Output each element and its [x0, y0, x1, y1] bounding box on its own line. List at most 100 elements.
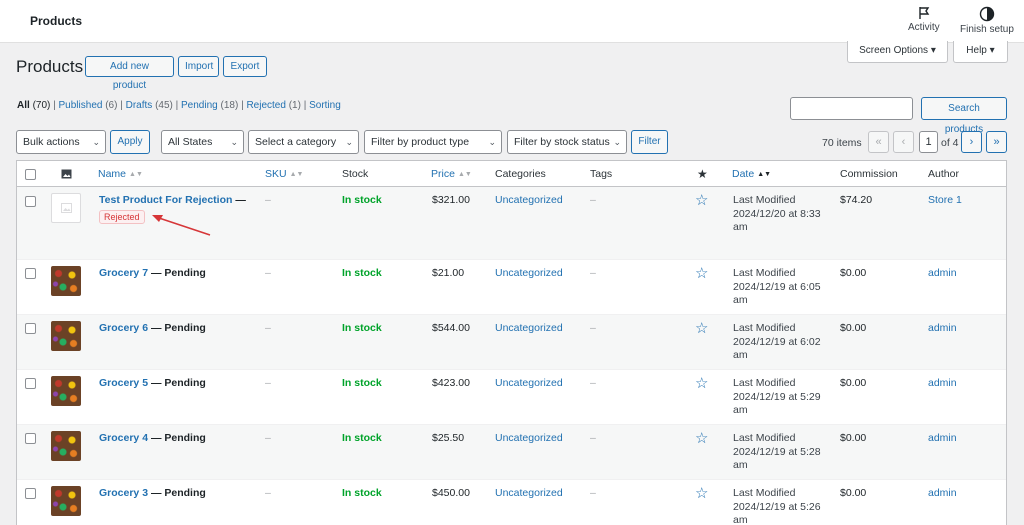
stock-cell: In stock [342, 194, 382, 206]
states-select[interactable]: All States ⌄ [161, 130, 244, 154]
search-input[interactable] [790, 97, 913, 120]
states-value: All States [168, 136, 213, 148]
featured-star-icon[interactable]: ☆ [695, 484, 708, 502]
products-table: Name ▲▼ SKU ▲▼ Stock Price ▲▼ Categories Ta… [16, 160, 1007, 525]
view-published[interactable]: Published (6) [59, 100, 118, 111]
row-checkbox[interactable] [25, 196, 36, 207]
product-name-link[interactable]: Grocery 5 [99, 377, 148, 389]
featured-star-icon[interactable]: ☆ [695, 429, 708, 447]
table-row: Grocery 4 — Pending – In stock $25.50 Un… [17, 425, 1006, 480]
add-new-product-button[interactable]: Add new product [85, 56, 174, 91]
author-link[interactable]: admin [928, 377, 957, 389]
finish-setup-button[interactable]: Finish setup [960, 6, 1014, 35]
arrow-annotation-icon [152, 215, 211, 236]
product-thumbnail [51, 376, 81, 406]
author-link[interactable]: admin [928, 487, 957, 499]
last-page-button[interactable]: » [986, 131, 1007, 153]
search-products-button[interactable]: Search products [921, 97, 1007, 135]
product-name-link[interactable]: Grocery 7 [99, 267, 148, 279]
top-bar: Products Activity Finish setup [0, 0, 1024, 43]
bulk-actions-select[interactable]: Bulk actions ⌄ [16, 130, 106, 154]
product-state: — Pending [150, 377, 206, 389]
product-name-link[interactable]: Grocery 6 [99, 322, 148, 334]
row-checkbox[interactable] [25, 433, 36, 444]
page-title: Products [16, 57, 84, 76]
stock-cell: In stock [342, 487, 382, 499]
featured-star-icon[interactable]: ☆ [695, 264, 708, 282]
product-name-link[interactable]: Grocery 3 [99, 487, 148, 499]
product-thumbnail [51, 321, 81, 351]
author-link[interactable]: admin [928, 322, 957, 334]
help-tab[interactable]: Help ▾ [953, 41, 1008, 63]
category-link[interactable]: Uncategorized [495, 487, 563, 499]
top-bar-title: Products [30, 14, 83, 28]
row-checkbox[interactable] [25, 378, 36, 389]
author-link[interactable]: Store 1 [928, 194, 962, 206]
help-label: Help [966, 45, 987, 56]
category-value: Select a category [255, 136, 337, 148]
featured-star-icon[interactable]: ☆ [695, 374, 708, 392]
author-link[interactable]: admin [928, 267, 957, 279]
tags-cell: – [590, 194, 596, 206]
prev-page-button[interactable]: ‹ [893, 131, 914, 153]
product-name-link[interactable]: Test Product For Rejection [99, 194, 232, 206]
select-all-checkbox[interactable] [25, 169, 36, 180]
finish-setup-label: Finish setup [960, 24, 1014, 35]
row-checkbox[interactable] [25, 268, 36, 279]
sort-icon: ▲▼ [129, 171, 143, 178]
column-name[interactable]: Name ▲▼ [98, 168, 143, 180]
sku-cell: – [265, 377, 271, 389]
view-all[interactable]: All (70) [17, 100, 50, 111]
author-link[interactable]: admin [928, 432, 957, 444]
column-date[interactable]: Date ▲▼ [732, 168, 771, 180]
price-cell: $25.50 [432, 432, 465, 444]
filter-button[interactable]: Filter [631, 130, 668, 154]
product-type-select[interactable]: Filter by product type ⌄ [364, 130, 502, 154]
category-link[interactable]: Uncategorized [495, 322, 563, 334]
date-cell: Last Modified 2024/12/20 at 8:33 am [733, 194, 821, 233]
screen-options-tab[interactable]: Screen Options ▾ [847, 41, 948, 63]
sku-cell: – [265, 322, 271, 334]
product-state: — Pending [150, 487, 206, 499]
table-row: Grocery 5 — Pending – In stock $423.00 U… [17, 370, 1006, 425]
column-featured-star-icon[interactable]: ★ [697, 167, 708, 181]
column-categories: Categories [495, 168, 546, 180]
column-price[interactable]: Price ▲▼ [431, 168, 472, 180]
items-count: 70 items [822, 137, 862, 149]
date-cell: Last Modified 2024/12/19 at 5:28 am [733, 432, 821, 471]
commission-cell: $0.00 [840, 487, 867, 499]
category-link[interactable]: Uncategorized [495, 267, 563, 279]
tags-cell: – [590, 432, 596, 444]
import-button[interactable]: Import [178, 56, 219, 77]
view-drafts[interactable]: Drafts (45) [126, 100, 173, 111]
product-name-link[interactable]: Grocery 4 [99, 432, 148, 444]
first-page-button[interactable]: « [868, 131, 889, 153]
view-pending[interactable]: Pending (18) [181, 100, 238, 111]
next-page-button[interactable]: › [961, 131, 982, 153]
activity-button[interactable]: Activity [908, 6, 940, 33]
category-link[interactable]: Uncategorized [495, 432, 563, 444]
stock-cell: In stock [342, 432, 382, 444]
stock-cell: In stock [342, 322, 382, 334]
product-name-cell: Test Product For Rejection — [99, 194, 246, 206]
stock-cell: In stock [342, 377, 382, 389]
featured-star-icon[interactable]: ☆ [695, 319, 708, 337]
view-rejected[interactable]: Rejected (1) [246, 100, 300, 111]
current-page-input[interactable]: 1 [919, 131, 938, 153]
view-sorting[interactable]: Sorting [309, 100, 341, 111]
featured-star-icon[interactable]: ☆ [695, 191, 708, 209]
stock-status-select[interactable]: Filter by stock status ⌄ [507, 130, 627, 154]
table-row: Grocery 6 — Pending – In stock $544.00 U… [17, 315, 1006, 370]
column-sku[interactable]: SKU ▲▼ [265, 168, 303, 180]
caret-down-icon: ▾ [989, 45, 995, 56]
category-select[interactable]: Select a category ⌄ [248, 130, 359, 154]
product-thumbnail [51, 193, 81, 223]
row-checkbox[interactable] [25, 323, 36, 334]
product-state: — Pending [150, 267, 206, 279]
apply-button[interactable]: Apply [110, 130, 150, 154]
row-checkbox[interactable] [25, 488, 36, 499]
category-link[interactable]: Uncategorized [495, 377, 563, 389]
sort-icon: ▲▼ [289, 171, 304, 178]
export-button[interactable]: Export [223, 56, 267, 77]
category-link[interactable]: Uncategorized [495, 194, 563, 206]
